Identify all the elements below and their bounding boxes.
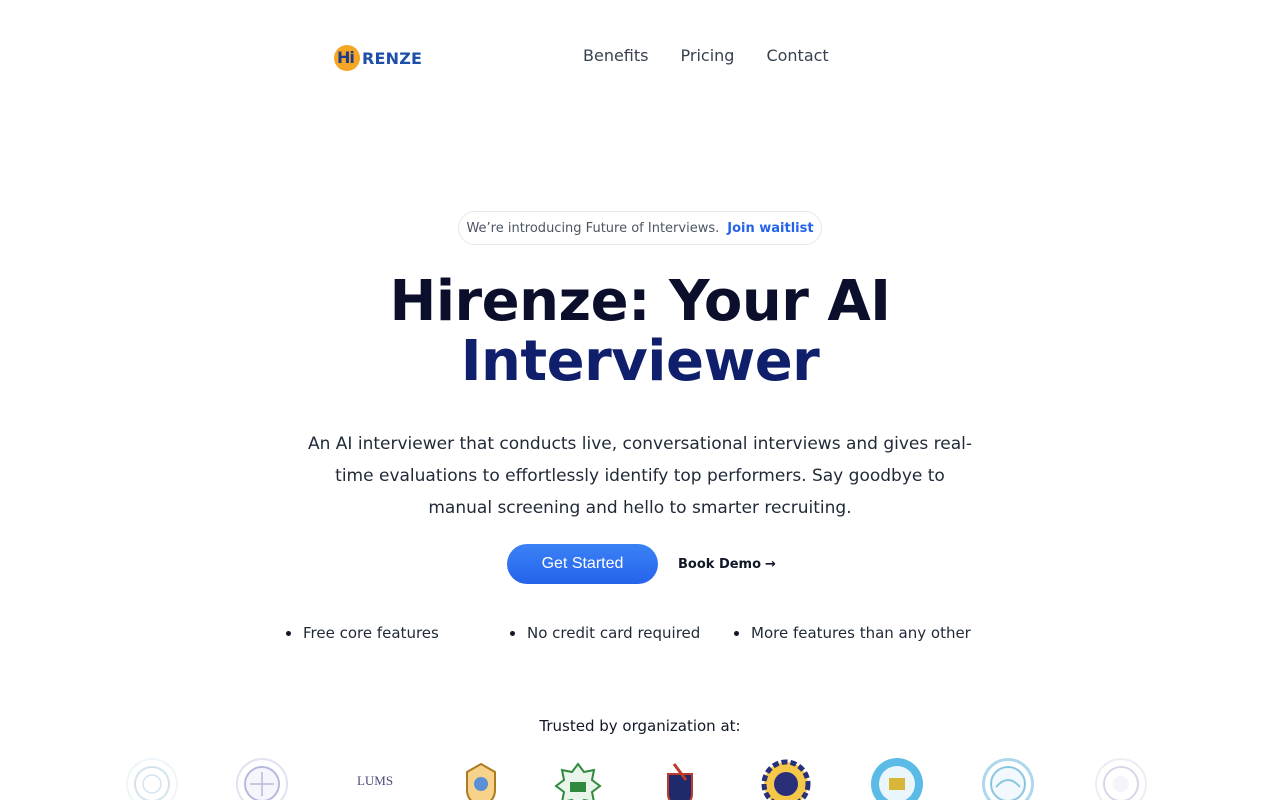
org-logo-10-icon: [1095, 758, 1147, 800]
arrow-right-icon: →: [765, 556, 776, 572]
feature-item: Free core features: [286, 624, 510, 642]
bullet-icon: [510, 630, 515, 636]
org-logo-5-icon: [552, 758, 604, 800]
nav-link-benefits[interactable]: Benefits: [583, 46, 649, 65]
org-logo-8-icon: [871, 758, 923, 800]
main-menu: Benefits Pricing Contact: [583, 46, 829, 65]
logo-badge-icon: Hi: [334, 45, 360, 71]
announcement-pill: We’re introducing Future of Interviews. …: [458, 211, 822, 245]
join-waitlist-link[interactable]: Join waitlist: [727, 221, 813, 236]
hero-subtitle: An AI interviewer that conducts live, co…: [308, 434, 972, 518]
trusted-heading: Trusted by organization at:: [539, 717, 741, 735]
feature-bullets: Free core features No credit card requir…: [286, 624, 971, 642]
top-navigation: Hi RENZE Benefits Pricing Contact: [0, 0, 1280, 115]
get-started-button[interactable]: Get Started: [507, 544, 658, 584]
nav-link-pricing[interactable]: Pricing: [681, 46, 735, 65]
hero-title: Hirenze: Your AI Interviewer: [0, 272, 1280, 392]
feature-label: More features than any other: [751, 624, 971, 642]
org-logo-7-icon: [760, 758, 812, 800]
feature-label: No credit card required: [527, 624, 701, 642]
feature-item: No credit card required: [510, 624, 734, 642]
book-demo-link[interactable]: Book Demo →: [678, 557, 776, 572]
bullet-icon: [734, 630, 739, 636]
org-logo-lums: LUMS: [347, 769, 403, 793]
cta-row: Get Started Book Demo →: [507, 544, 776, 584]
org-logo-4-icon: [455, 758, 507, 800]
org-logo-2-icon: [236, 758, 288, 800]
org-logo-9-icon: [982, 758, 1034, 800]
hero-title-line2: Interviewer: [460, 329, 820, 394]
logo-badge-text: Hi: [337, 48, 355, 67]
nav-link-contact[interactable]: Contact: [766, 46, 828, 65]
org-logo-1-icon: [126, 758, 178, 800]
feature-item: More features than any other: [734, 624, 971, 642]
organization-logos: LUMS: [0, 755, 1280, 800]
hero-title-line1: Hirenze: Your AI: [389, 269, 891, 334]
book-demo-label: Book Demo: [678, 556, 762, 572]
brand-logo[interactable]: Hi RENZE: [334, 44, 422, 72]
lums-logo-text: LUMS: [356, 773, 394, 788]
feature-label: Free core features: [303, 624, 439, 642]
bullet-icon: [286, 630, 291, 636]
org-logo-6-icon: [654, 758, 706, 800]
announcement-text: We’re introducing Future of Interviews.: [466, 220, 720, 236]
logo-text: RENZE: [362, 48, 423, 68]
